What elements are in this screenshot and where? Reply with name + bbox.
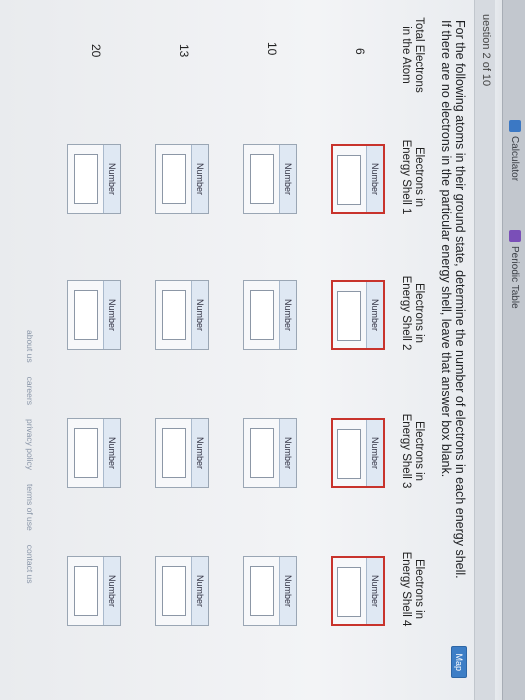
answer-box-label: Number xyxy=(103,419,120,487)
answer-box[interactable]: Number xyxy=(243,144,297,214)
periodic-table-tab[interactable]: Periodic Table xyxy=(509,230,521,309)
periodic-table-tab-label: Periodic Table xyxy=(509,246,521,309)
header-shell-2: Electrons in Energy Shell 2 xyxy=(400,275,425,351)
answer-box-label: Number xyxy=(103,145,120,213)
question-instructions: For the following atoms in their ground … xyxy=(439,20,467,579)
answer-box[interactable]: Number xyxy=(67,556,121,626)
answer-box-label: Number xyxy=(191,281,208,349)
answer-box-label: Number xyxy=(191,145,208,213)
number-input[interactable] xyxy=(74,154,98,204)
number-input[interactable] xyxy=(162,428,186,478)
header-shell-1: Electrons in Energy Shell 1 xyxy=(400,139,425,215)
answer-box[interactable]: Number xyxy=(331,280,385,350)
answer-box-label: Number xyxy=(366,146,383,212)
answer-box[interactable]: Number xyxy=(155,418,209,488)
answer-box-label: Number xyxy=(279,557,296,625)
answer-box[interactable]: Number xyxy=(155,144,209,214)
careers-link[interactable]: careers xyxy=(19,377,35,405)
rotated-page: Calculator Periodic Table uestion 2 of 1… xyxy=(0,0,525,700)
number-input[interactable] xyxy=(250,566,274,616)
answer-box[interactable]: Number xyxy=(67,280,121,350)
number-input[interactable] xyxy=(250,290,274,340)
row-total-electrons: 13 xyxy=(177,44,191,58)
row-total-electrons: 10 xyxy=(265,42,279,56)
periodic-table-icon xyxy=(509,230,521,242)
question-header: uestion 2 of 10 xyxy=(474,0,495,700)
number-input[interactable] xyxy=(250,428,274,478)
answer-box[interactable]: Number xyxy=(155,280,209,350)
answer-box-label: Number xyxy=(191,557,208,625)
answer-box-label: Number xyxy=(191,419,208,487)
number-input[interactable] xyxy=(162,566,186,616)
question-counter: uestion 2 of 10 xyxy=(480,14,492,87)
answer-box[interactable]: Number xyxy=(155,556,209,626)
number-input[interactable] xyxy=(74,566,98,616)
number-input[interactable] xyxy=(74,290,98,340)
answer-box[interactable]: Number xyxy=(67,144,121,214)
calculator-icon xyxy=(509,120,521,132)
answer-box[interactable]: Number xyxy=(331,418,385,488)
header-total-electrons: Total Electrons in the Atom xyxy=(400,17,425,93)
browser-toolbar: Calculator Periodic Table xyxy=(502,0,525,700)
header-shell-4: Electrons in Energy Shell 4 xyxy=(400,551,425,627)
privacy-policy-link[interactable]: privacy policy xyxy=(19,419,35,470)
footer-links: about us careers privacy policy terms of… xyxy=(19,330,35,700)
number-input[interactable] xyxy=(337,567,361,617)
answer-box[interactable]: Number xyxy=(67,418,121,488)
answer-box-label: Number xyxy=(279,281,296,349)
answer-box[interactable]: Number xyxy=(243,556,297,626)
answer-box[interactable]: Number xyxy=(243,280,297,350)
calculator-tab[interactable]: Calculator xyxy=(509,120,521,181)
number-input[interactable] xyxy=(337,429,361,479)
number-input[interactable] xyxy=(162,290,186,340)
answer-box[interactable]: Number xyxy=(243,418,297,488)
map-button[interactable]: Map xyxy=(451,646,467,678)
answer-box-label: Number xyxy=(366,282,383,348)
number-input[interactable] xyxy=(74,428,98,478)
calculator-tab-label: Calculator xyxy=(509,136,521,182)
number-input[interactable] xyxy=(337,291,361,341)
answer-box-label: Number xyxy=(279,419,296,487)
about-us-link[interactable]: about us xyxy=(19,330,35,363)
answer-box-label: Number xyxy=(279,145,296,213)
row-total-electrons: 6 xyxy=(353,48,367,55)
answer-box-label: Number xyxy=(366,420,383,486)
answer-box[interactable]: Number xyxy=(331,144,385,214)
answer-box[interactable]: Number xyxy=(331,556,385,626)
answer-box-label: Number xyxy=(103,557,120,625)
answer-box-label: Number xyxy=(103,281,120,349)
terms-of-use-link[interactable]: terms of use xyxy=(19,484,35,531)
contact-us-link[interactable]: contact us xyxy=(19,545,35,584)
header-shell-3: Electrons in Energy Shell 3 xyxy=(400,413,425,489)
number-input[interactable] xyxy=(337,155,361,205)
answer-box-label: Number xyxy=(366,558,383,624)
number-input[interactable] xyxy=(162,154,186,204)
row-total-electrons: 20 xyxy=(89,44,103,58)
number-input[interactable] xyxy=(250,154,274,204)
